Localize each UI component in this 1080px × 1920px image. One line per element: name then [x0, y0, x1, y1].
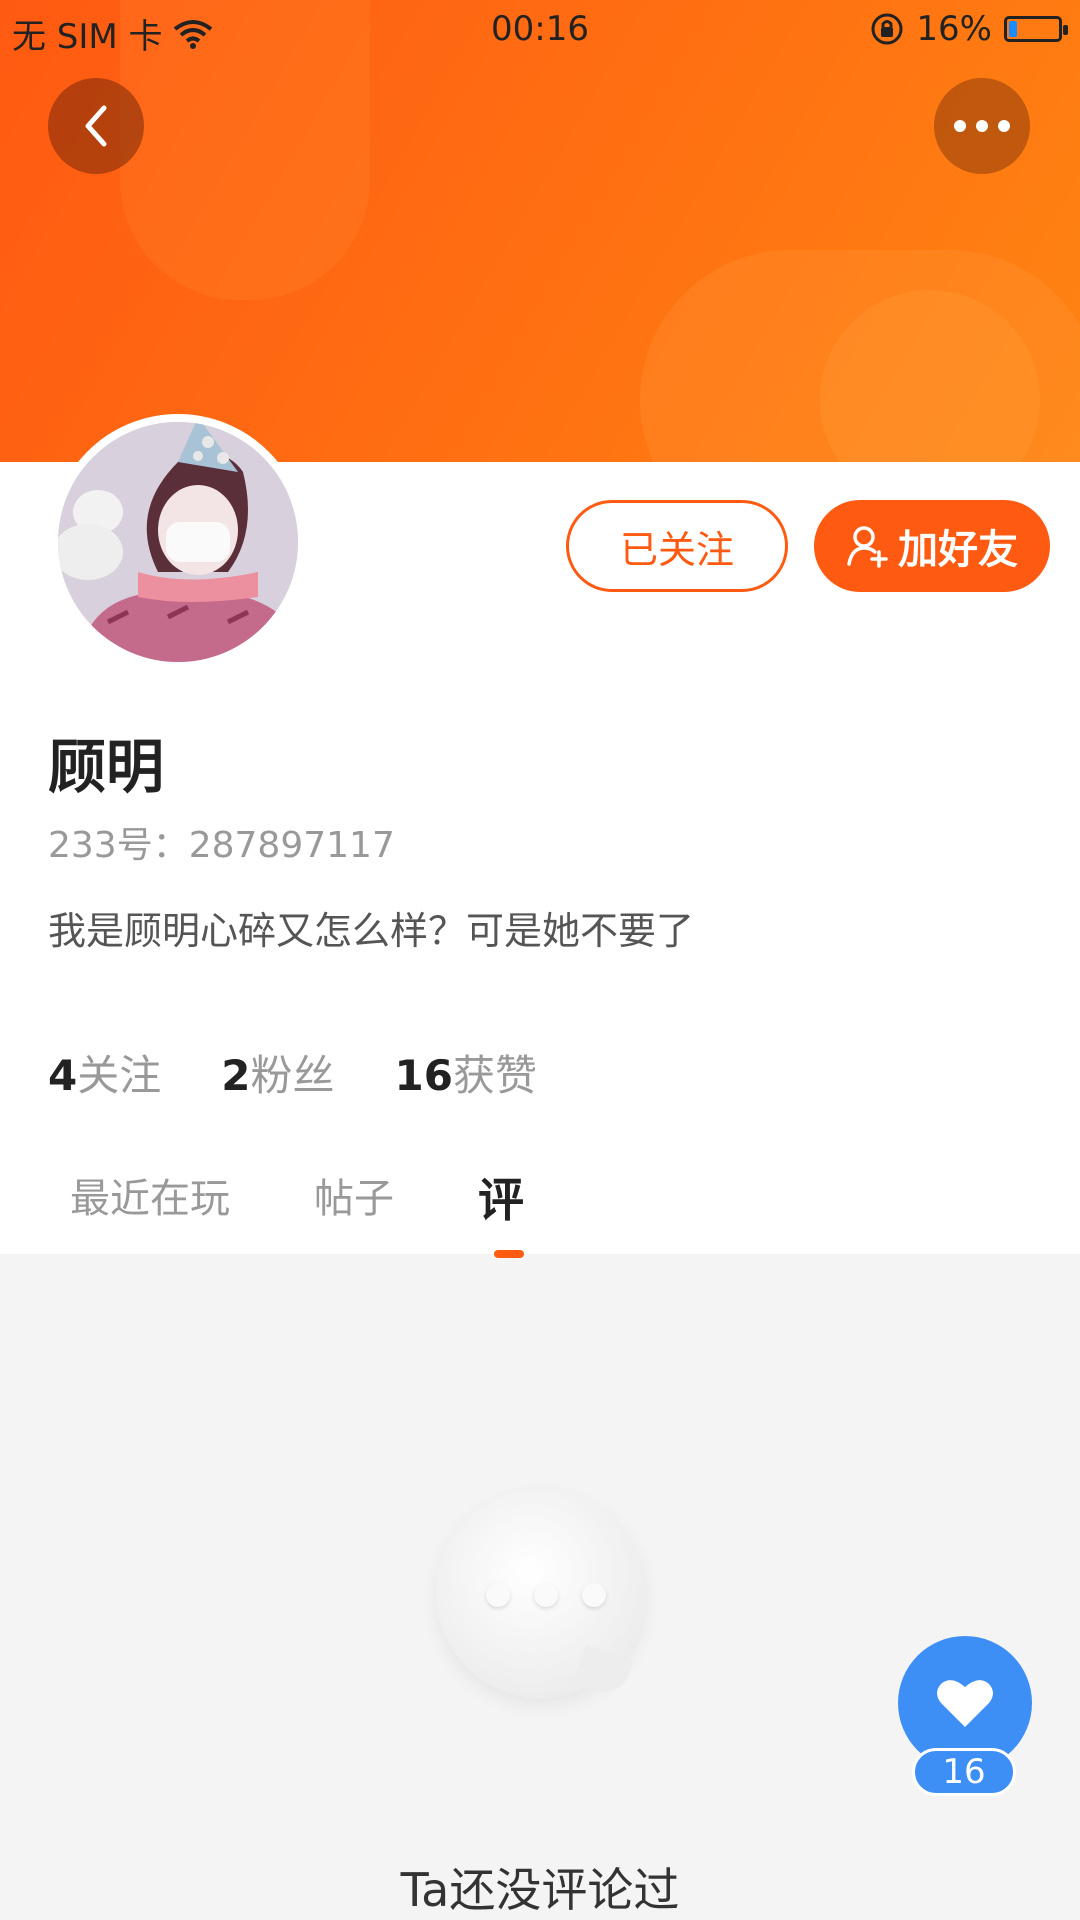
back-button[interactable] — [48, 78, 144, 174]
add-friend-button[interactable]: 加好友 — [814, 500, 1050, 592]
user-bio: 我是顾明心碎又怎么样？可是她不要了 — [48, 909, 695, 953]
stat-following[interactable]: 4关注 — [48, 1042, 161, 1103]
avatar-image — [58, 422, 298, 662]
empty-state-text: Ta还没评论过 — [400, 1863, 680, 1917]
tab-posts[interactable]: 帖子 — [314, 1166, 394, 1232]
followed-button[interactable]: 已关注 — [566, 500, 788, 592]
stat-likes-label: 获赞 — [452, 1051, 537, 1100]
like-count-badge: 16 — [912, 1748, 1016, 1796]
stat-likes-count: 16 — [394, 1051, 453, 1100]
tab-comments[interactable]: 评 — [478, 1164, 524, 1230]
user-id: 233号：287897117 — [48, 825, 395, 866]
stat-fans-label: 粉丝 — [250, 1051, 335, 1100]
more-horizontal-icon — [954, 120, 1010, 132]
empty-comment-icon — [436, 1488, 646, 1700]
add-user-icon — [847, 526, 888, 568]
rotation-lock-icon — [871, 13, 903, 45]
battery-icon — [1004, 16, 1068, 42]
tab-bar: 最近在玩 帖子 评 — [70, 1166, 524, 1232]
profile-page: 无 SIM 卡 00:16 16% 已关注 加好友 顾明 233号：287897… — [0, 0, 1080, 1920]
stat-likes[interactable]: 16获赞 — [395, 1042, 537, 1103]
stats-row: 4关注 2粉丝 16获赞 — [48, 1042, 537, 1103]
stat-following-label: 关注 — [77, 1051, 162, 1100]
user-name: 顾明 — [48, 733, 165, 801]
more-button[interactable] — [934, 78, 1030, 174]
heart-icon — [937, 1680, 993, 1727]
tab-indicator — [494, 1250, 524, 1258]
tab-recently-played[interactable]: 最近在玩 — [70, 1166, 230, 1232]
chevron-left-icon — [85, 105, 107, 147]
add-friend-label: 加好友 — [898, 527, 1018, 573]
stat-following-count: 4 — [48, 1051, 78, 1100]
battery-percent: 16% — [916, 9, 992, 49]
stat-fans[interactable]: 2粉丝 — [221, 1042, 334, 1103]
stat-fans-count: 2 — [221, 1051, 251, 1100]
status-bar: 无 SIM 卡 00:16 16% — [0, 0, 1080, 57]
header-banner — [0, 0, 1080, 462]
avatar[interactable] — [50, 414, 306, 670]
